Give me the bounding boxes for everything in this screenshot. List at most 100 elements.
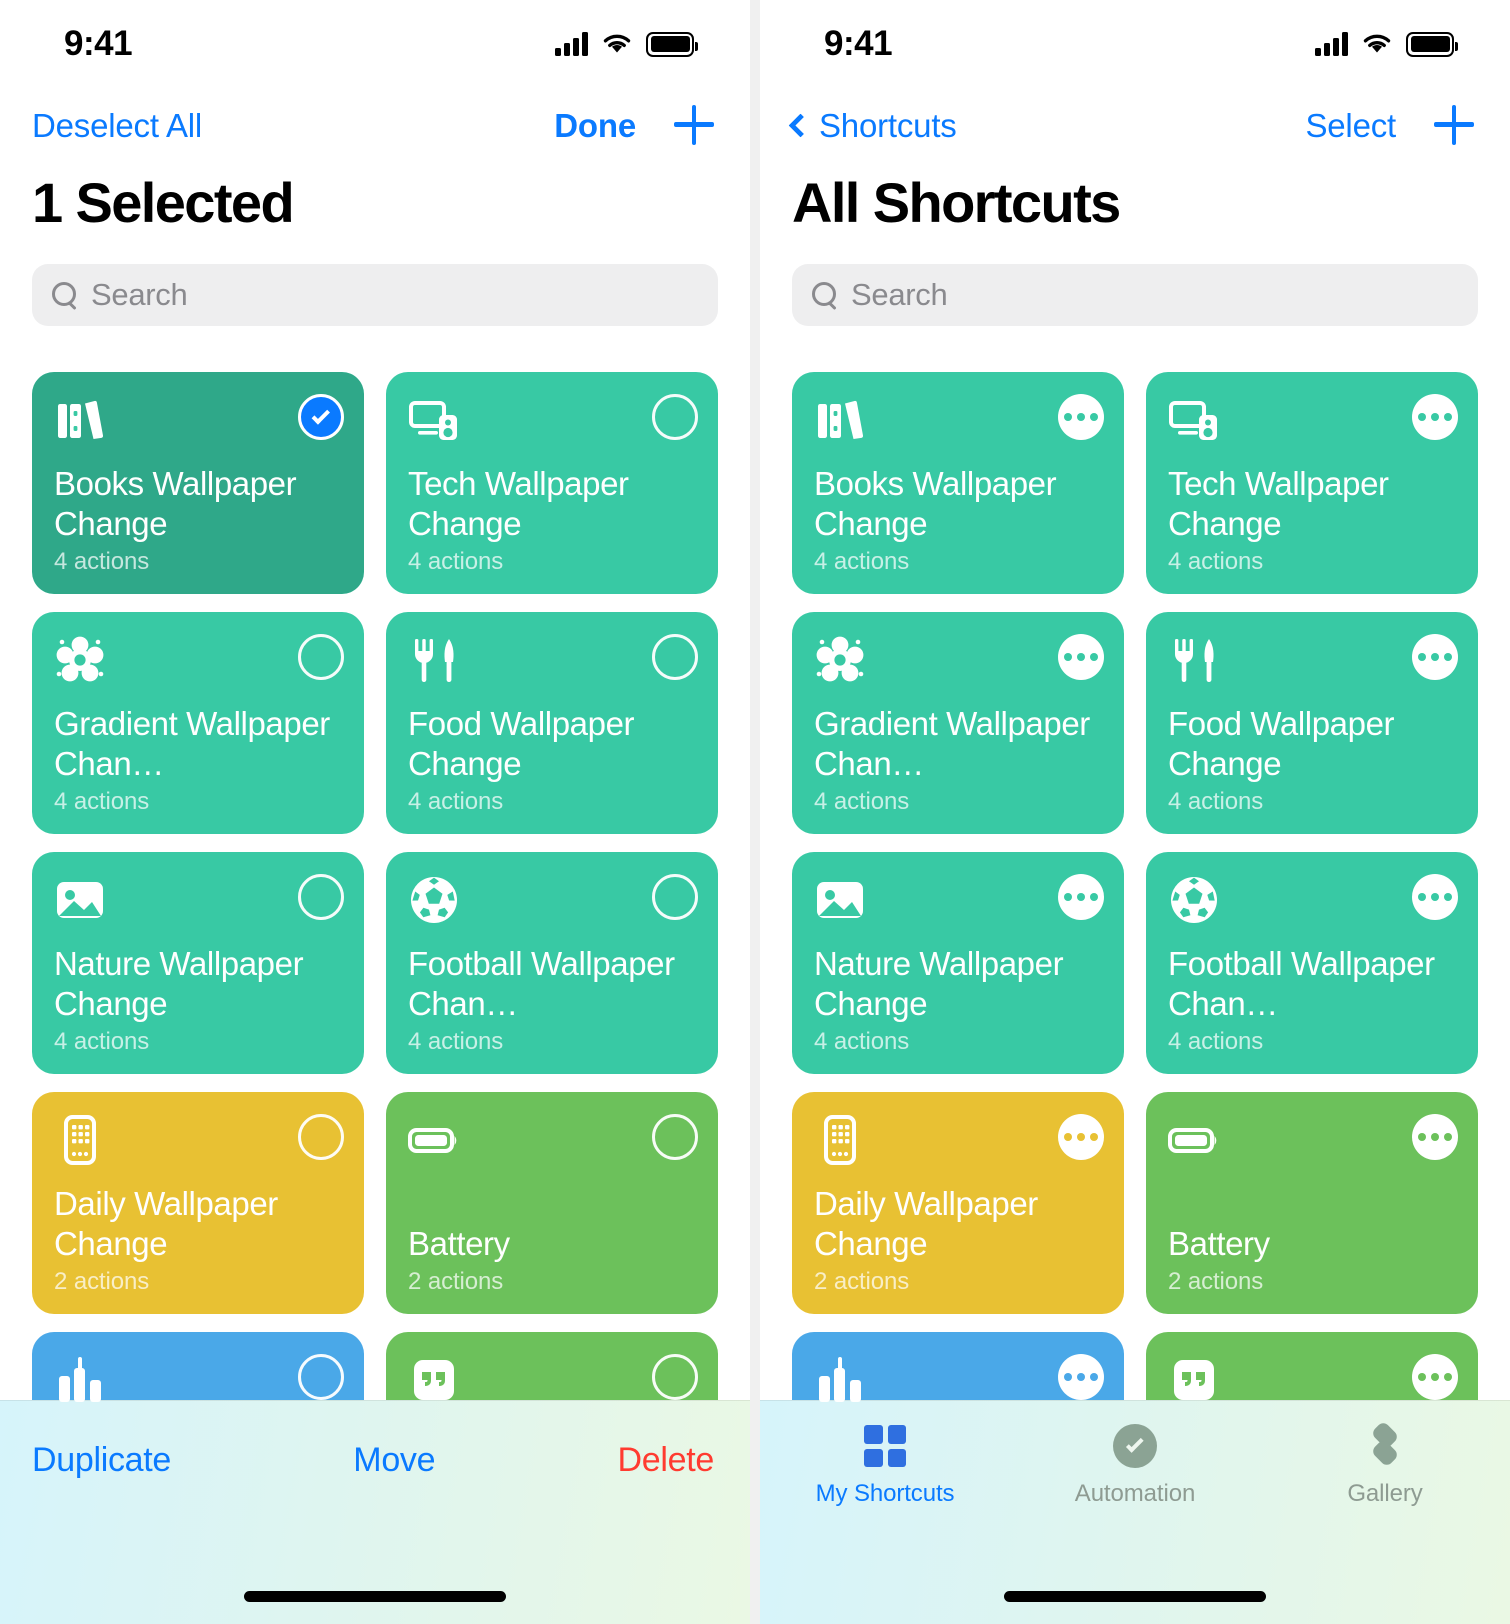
card-subtitle: 4 actions — [54, 548, 150, 575]
home-indicator[interactable] — [1004, 1591, 1266, 1602]
card-text — [54, 1532, 344, 1536]
card-title: Tech Wallpaper Change — [1168, 464, 1389, 542]
photo-icon — [54, 874, 106, 926]
tab-gallery[interactable]: Gallery — [1260, 1420, 1510, 1508]
search-input[interactable]: Search — [32, 263, 718, 326]
shortcut-card[interactable]: Football Wallpaper Chan… 4 actions — [1146, 852, 1478, 1074]
nav-bar-right: Shortcuts Select — [760, 88, 1510, 162]
selection-circle-icon[interactable] — [652, 1354, 698, 1400]
shortcut-card[interactable]: Gradient Wallpaper Chan… 4 actions — [32, 612, 364, 834]
deselect-all-button[interactable]: Deselect All — [32, 109, 202, 142]
delete-button[interactable]: Delete — [618, 1441, 715, 1480]
ellipsis-icon[interactable] — [1058, 394, 1104, 440]
home-indicator[interactable] — [244, 1591, 506, 1602]
shortcut-card[interactable]: Daily Wallpaper Change 2 actions — [792, 1092, 1124, 1314]
ellipsis-icon[interactable] — [1058, 1354, 1104, 1400]
card-text: Football Wallpaper Chan… 4 actions — [408, 944, 698, 1057]
ellipsis-icon[interactable] — [1058, 1114, 1104, 1160]
ellipsis-icon[interactable] — [1412, 1114, 1458, 1160]
nav-right-group: Select — [1305, 105, 1474, 145]
card-title: Food Wallpaper Change — [1168, 704, 1395, 782]
ellipsis-icon[interactable] — [1412, 874, 1458, 920]
nav-left-group[interactable]: Shortcuts — [788, 109, 957, 142]
card-title: Nature Wallpaper Change — [54, 944, 304, 1022]
tab-icon — [1113, 1423, 1157, 1469]
card-subtitle: 4 actions — [814, 1028, 910, 1055]
card-title: Books Wallpaper Change — [814, 464, 1057, 542]
selection-circle-icon[interactable] — [298, 1354, 344, 1400]
shortcut-card[interactable]: Books Wallpaper Change 4 actions — [32, 372, 364, 594]
card-text: Daily Wallpaper Change 2 actions — [54, 1184, 344, 1297]
shortcut-card[interactable]: Nature Wallpaper Change 4 actions — [32, 852, 364, 1074]
status-bar-left: 9:41 — [0, 0, 750, 88]
shortcut-card[interactable]: Food Wallpaper Change 4 actions — [386, 612, 718, 834]
shortcut-card[interactable]: Daily Wallpaper Change 2 actions — [32, 1092, 364, 1314]
duplicate-button[interactable]: Duplicate — [32, 1441, 171, 1480]
checkmark-icon[interactable] — [298, 394, 344, 440]
plus-icon[interactable] — [674, 105, 714, 145]
card-top-row — [814, 874, 1104, 926]
shortcut-card[interactable]: Books Wallpaper Change 4 actions — [792, 372, 1124, 594]
tab-automation[interactable]: Automation — [1010, 1423, 1260, 1508]
tab-icon — [864, 1423, 906, 1469]
done-button[interactable]: Done — [554, 109, 636, 142]
selection-circle-icon[interactable] — [652, 874, 698, 920]
selection-circle-icon[interactable] — [298, 874, 344, 920]
card-text: Football Wallpaper Chan… 4 actions — [1168, 944, 1458, 1057]
phone-apps-icon — [814, 1114, 866, 1166]
ellipsis-icon[interactable] — [1412, 1354, 1458, 1400]
soccer-ball-icon — [1168, 874, 1220, 926]
selection-circle-icon[interactable] — [652, 1114, 698, 1160]
plus-icon[interactable] — [1434, 105, 1474, 145]
shortcut-card[interactable]: Football Wallpaper Chan… 4 actions — [386, 852, 718, 1074]
back-button[interactable]: Shortcuts — [819, 109, 957, 142]
select-button[interactable]: Select — [1305, 109, 1396, 142]
chevron-left-icon[interactable] — [788, 112, 813, 138]
photo-icon — [814, 874, 866, 926]
card-title: Battery — [1168, 1224, 1270, 1262]
shortcut-card[interactable]: Gradient Wallpaper Chan… 4 actions — [792, 612, 1124, 834]
shortcut-card[interactable]: Food Wallpaper Change 4 actions — [1146, 612, 1478, 834]
ellipsis-icon[interactable] — [1058, 874, 1104, 920]
chart-icon — [54, 1354, 106, 1406]
chart-icon — [814, 1354, 866, 1406]
selection-circle-icon[interactable] — [652, 394, 698, 440]
shortcut-card[interactable]: Tech Wallpaper Change 4 actions — [386, 372, 718, 594]
status-time: 9:41 — [824, 24, 893, 63]
toolbar-actions: Duplicate Move Delete — [0, 1401, 750, 1480]
search-input[interactable]: Search — [792, 263, 1478, 326]
tab-label: Automation — [1074, 1480, 1196, 1507]
search-wrapper-left: Search — [0, 234, 750, 326]
page-title-left: 1 Selected — [32, 171, 295, 234]
move-button[interactable]: Move — [353, 1441, 435, 1480]
shortcut-card[interactable]: Battery 2 actions — [1146, 1092, 1478, 1314]
nav-bar-left: Deselect All Done — [0, 88, 750, 162]
card-title: Food Wallpaper Change — [408, 704, 635, 782]
card-title: Football Wallpaper Chan… — [408, 944, 675, 1022]
card-text: Tech Wallpaper Change 4 actions — [1168, 464, 1458, 577]
quote-icon — [1168, 1354, 1220, 1406]
selection-circle-icon[interactable] — [298, 634, 344, 680]
signal-bars-icon — [555, 32, 588, 56]
card-top-row — [408, 1114, 698, 1166]
tab-bar-items: My Shortcuts Automation Gallery — [760, 1401, 1510, 1508]
desktop-computer-icon — [1168, 394, 1220, 446]
shortcut-card[interactable]: Battery 2 actions — [386, 1092, 718, 1314]
selection-circle-icon[interactable] — [298, 1114, 344, 1160]
ellipsis-icon[interactable] — [1058, 634, 1104, 680]
card-subtitle: 4 actions — [408, 788, 504, 815]
card-subtitle: 4 actions — [408, 548, 504, 575]
card-text: Food Wallpaper Change 4 actions — [408, 704, 698, 817]
shortcut-card[interactable]: Nature Wallpaper Change 4 actions — [792, 852, 1124, 1074]
card-title: Gradient Wallpaper Chan… — [814, 704, 1090, 782]
books-icon — [814, 394, 866, 446]
shortcut-card[interactable]: Tech Wallpaper Change 4 actions — [1146, 372, 1478, 594]
ellipsis-icon[interactable] — [1412, 394, 1458, 440]
card-text — [814, 1532, 1104, 1536]
quote-icon — [408, 1354, 460, 1406]
ellipsis-icon[interactable] — [1412, 634, 1458, 680]
selection-circle-icon[interactable] — [652, 634, 698, 680]
search-wrapper-right: Search — [760, 234, 1510, 326]
signal-bars-icon — [1315, 32, 1348, 56]
tab-my-shortcuts[interactable]: My Shortcuts — [760, 1423, 1010, 1508]
